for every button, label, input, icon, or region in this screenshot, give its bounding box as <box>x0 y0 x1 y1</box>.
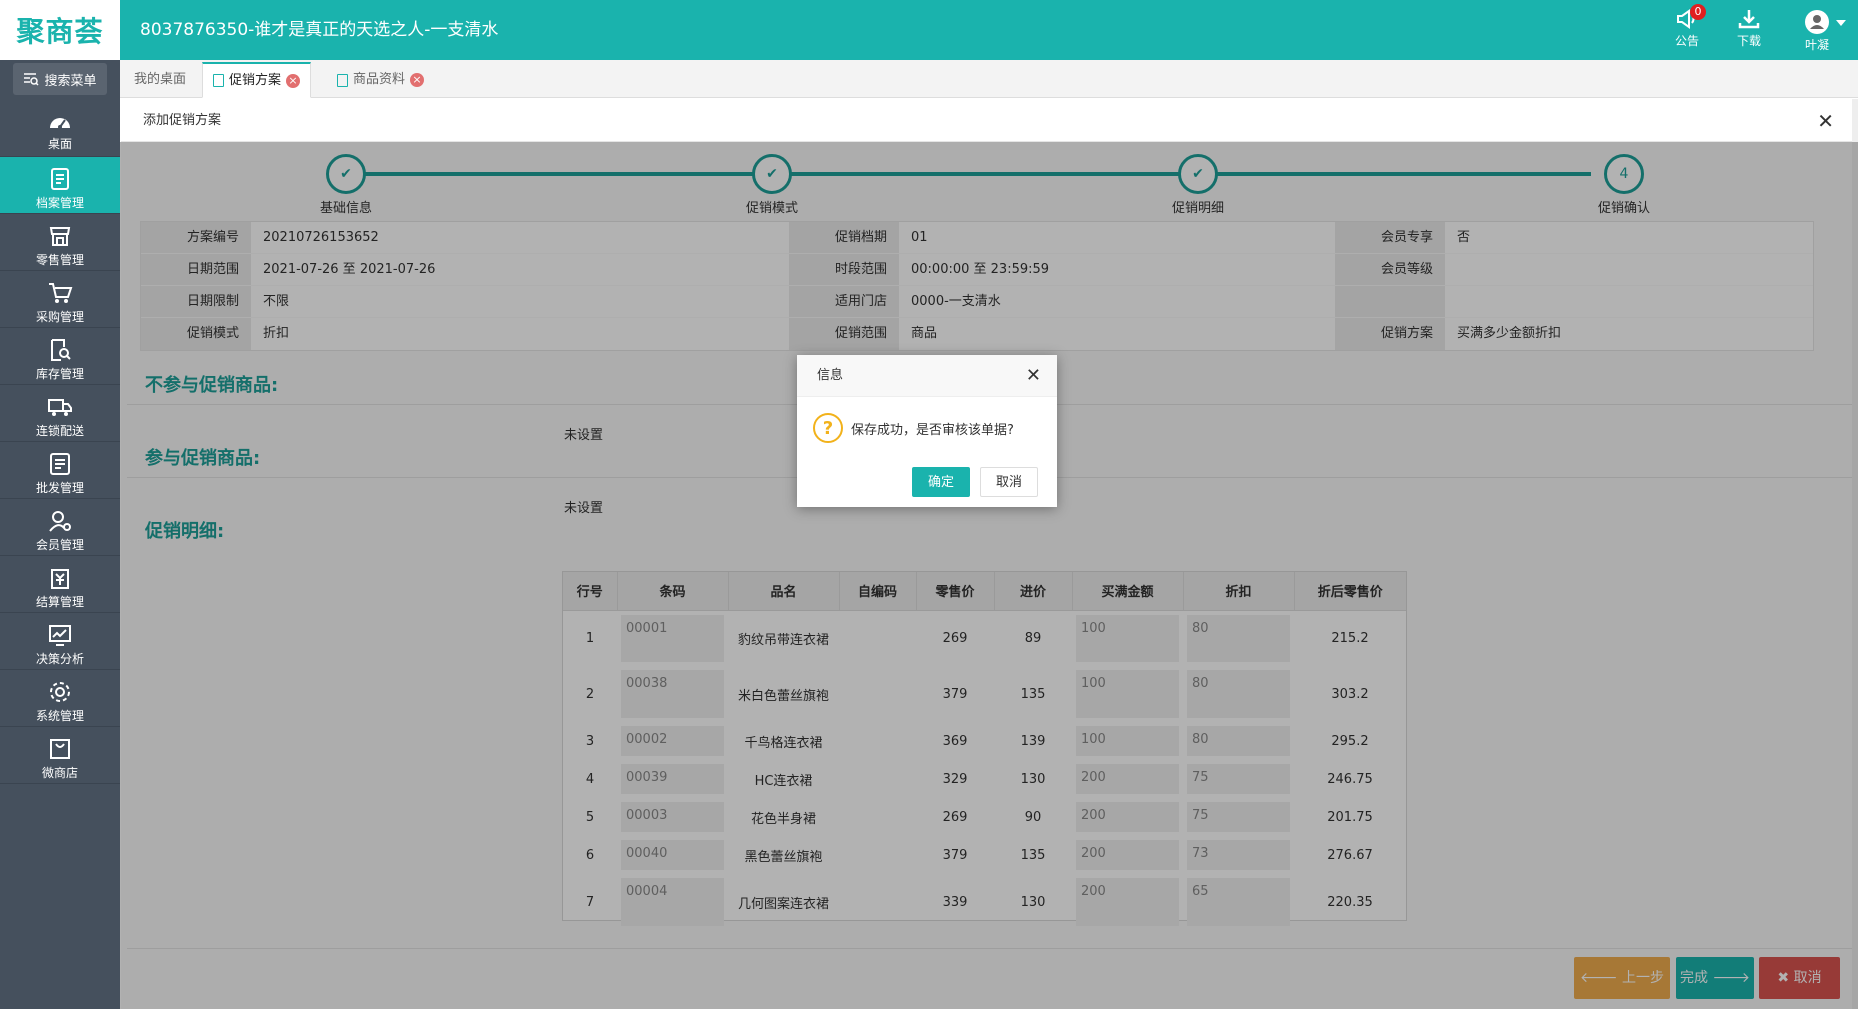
wholesale-icon <box>50 453 70 475</box>
sidebar-item-label: 连锁配送 <box>35 424 84 438</box>
tab-label: 商品资料 <box>353 72 406 87</box>
sidebar-item-label: 库存管理 <box>35 367 84 381</box>
top-bar: 聚商荟 8037876350-谁才是真正的天选之人-一支清水 0 公告 下载 叶… <box>0 0 1858 60</box>
dialog-header: 信息 ✕ <box>797 355 1057 397</box>
store-icon <box>49 227 71 246</box>
document-icon <box>337 73 348 87</box>
logo-text: 聚商荟 <box>16 15 104 48</box>
sidebar-item-chain[interactable]: 连锁配送 <box>0 385 120 442</box>
tab-close-icon[interactable]: × <box>410 73 425 87</box>
panel-title: 添加促销方案 <box>143 113 222 128</box>
sidebar-item-label: 档案管理 <box>35 196 84 210</box>
sidebar-item-system[interactable]: 系统管理 <box>0 670 120 727</box>
confirm-dialog: 信息 ✕ ? 保存成功，是否审核该单据? 确定 取消 <box>797 355 1057 507</box>
tab-label: 我的桌面 <box>134 72 187 87</box>
settings-icon <box>50 682 70 702</box>
sidebar-item-desktop[interactable]: 桌面 <box>0 100 120 157</box>
announce-label: 公告 <box>1674 34 1699 48</box>
dialog-cancel-button[interactable]: 取消 <box>979 467 1038 497</box>
search-menu-button[interactable]: 搜索菜单 <box>13 63 107 95</box>
user-name: 叶凝 <box>1804 38 1829 52</box>
sidebar-item-label: 结算管理 <box>35 595 84 609</box>
download-label: 下载 <box>1736 34 1761 48</box>
sidebar-item-label: 决策分析 <box>35 652 84 666</box>
tab-my-desktop[interactable]: 我的桌面 <box>124 62 196 98</box>
question-icon: ? <box>813 413 843 443</box>
window-title: 8037876350-谁才是真正的天选之人-一支清水 <box>140 20 499 40</box>
tab-label: 促销方案 <box>229 72 282 88</box>
close-icon[interactable]: ✕ <box>1817 109 1834 133</box>
inventory-icon <box>51 339 71 361</box>
nav-list: 桌面 档案管理 零售管理 采购管理 库存管理 连锁配送 批发管理 会员管理 结算… <box>0 100 120 784</box>
sidebar-item-settlement[interactable]: 结算管理 <box>0 556 120 613</box>
confirm-button[interactable]: 确定 <box>911 467 970 497</box>
user-avatar-icon <box>1810 15 1824 29</box>
sidebar-item-wholesale[interactable]: 批发管理 <box>0 442 120 499</box>
truck-icon <box>48 399 72 416</box>
avatar <box>1805 10 1829 34</box>
shop-bag-icon <box>50 739 70 759</box>
search-menu-label: 搜索菜单 <box>44 73 97 89</box>
sidebar-item-archive[interactable]: 档案管理 <box>0 157 120 214</box>
cart-icon <box>49 283 73 303</box>
dialog-close-icon[interactable]: ✕ <box>1026 355 1041 397</box>
tab-close-icon[interactable]: × <box>286 73 301 88</box>
sidebar-item-label: 桌面 <box>47 137 72 151</box>
sidebar-item-label: 零售管理 <box>35 253 84 267</box>
dashboard-icon <box>50 118 70 129</box>
dialog-buttons: 确定 取消 <box>911 467 1038 497</box>
download-icon <box>1738 10 1760 29</box>
sidebar-item-microstore[interactable]: 微商店 <box>0 727 120 784</box>
settlement-icon <box>51 569 69 589</box>
sidebar-item-label: 批发管理 <box>35 481 84 495</box>
sidebar-item-label: 微商店 <box>41 766 78 780</box>
sidebar-item-label: 采购管理 <box>35 310 84 324</box>
sidebar-item-member[interactable]: 会员管理 <box>0 499 120 556</box>
sidebar-item-retail[interactable]: 零售管理 <box>0 214 120 271</box>
document-icon <box>213 74 224 87</box>
member-icon <box>49 511 71 532</box>
tab-bar: 我的桌面 促销方案 × 商品资料 × <box>120 60 1858 98</box>
chevron-down-icon <box>1836 20 1846 26</box>
dialog-title: 信息 <box>817 368 844 383</box>
announce-badge: 0 <box>1690 4 1706 20</box>
user-menu[interactable]: 叶凝 <box>1792 8 1846 53</box>
analysis-icon <box>49 625 71 646</box>
dialog-message: 保存成功，是否审核该单据? <box>851 422 1014 438</box>
sidebar-item-label: 系统管理 <box>35 709 84 723</box>
sidebar-item-inventory[interactable]: 库存管理 <box>0 328 120 385</box>
sidebar: 搜索菜单 桌面 档案管理 零售管理 采购管理 库存管理 连锁配送 批发管理 会员… <box>0 60 120 1009</box>
panel-header: 添加促销方案 ✕ <box>121 99 1858 142</box>
modal-overlay <box>120 142 1858 1009</box>
tab-promotion[interactable]: 促销方案 × <box>202 62 312 98</box>
tab-product-info[interactable]: 商品资料 × <box>327 62 434 98</box>
menu-search-icon <box>24 73 40 86</box>
download-button[interactable]: 下载 <box>1724 8 1774 49</box>
archive-icon <box>51 168 69 190</box>
dialog-body: ? 保存成功，是否审核该单据? <box>797 397 1057 443</box>
sidebar-item-analysis[interactable]: 决策分析 <box>0 613 120 670</box>
sidebar-item-label: 会员管理 <box>35 538 84 552</box>
app-logo[interactable]: 聚商荟 <box>0 0 120 60</box>
sidebar-item-purchase[interactable]: 采购管理 <box>0 271 120 328</box>
announce-button[interactable]: 0 公告 <box>1662 4 1712 49</box>
